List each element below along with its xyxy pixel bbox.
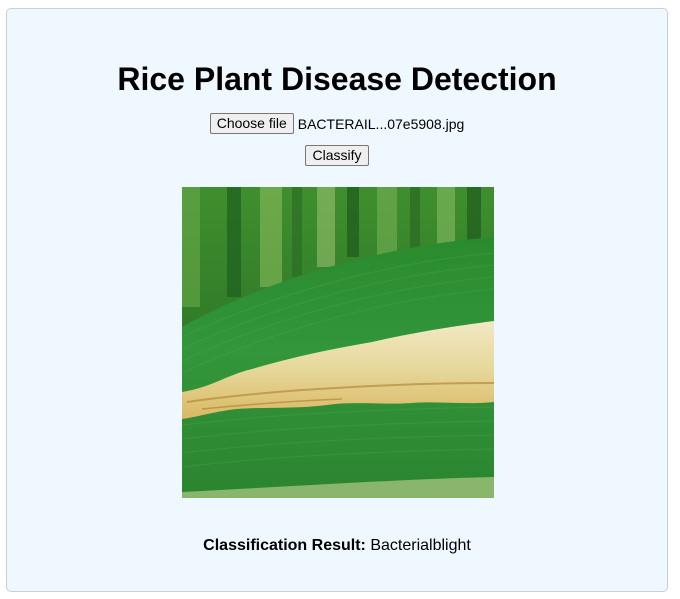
- rice-leaf-image: [182, 187, 494, 498]
- choose-file-button[interactable]: Choose file: [209, 113, 294, 134]
- file-input-row: Choose file BACTERAIL...07e5908.jpg: [7, 113, 667, 134]
- classification-result: Classification Result: Bacterialblight: [7, 536, 667, 556]
- selected-file-name: BACTERAIL...07e5908.jpg: [297, 115, 465, 132]
- page-title: Rice Plant Disease Detection: [117, 61, 557, 97]
- classify-button[interactable]: Classify: [305, 145, 369, 166]
- main-card: Rice Plant Disease Detection Choose file…: [6, 8, 668, 592]
- uploaded-image-preview: [182, 187, 494, 498]
- result-label: Classification Result:: [203, 537, 366, 554]
- classify-row: Classify: [7, 145, 667, 166]
- result-value: Bacterialblight: [370, 537, 471, 554]
